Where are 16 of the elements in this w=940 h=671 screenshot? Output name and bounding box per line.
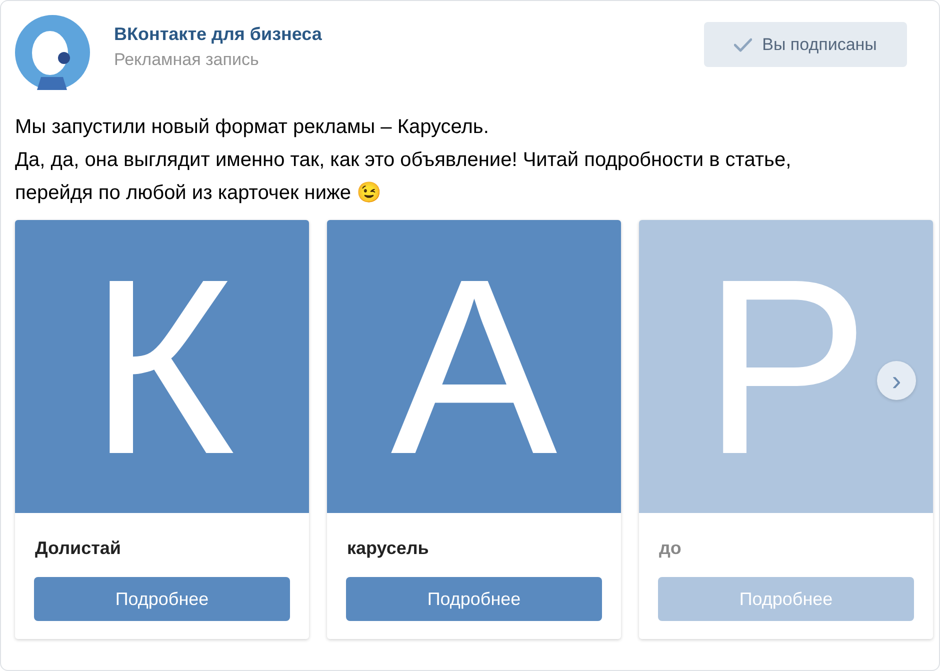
card-letter: Р xyxy=(702,242,870,492)
check-icon xyxy=(734,38,752,52)
carousel-card[interactable]: А карусель Подробнее xyxy=(327,220,621,639)
card-title: карусель xyxy=(347,537,430,560)
post-text: Мы запустили новый формат рекламы – Карусель. Да, да, она выглядит именно так, как это объявление! Читай подробности в статье, перейдя по любой из карточек ниже 😉 xyxy=(15,115,792,206)
card-letter: К xyxy=(89,242,235,492)
carousel-card[interactable]: К Долистай Подробнее xyxy=(15,220,309,639)
card-title: до xyxy=(659,537,682,560)
details-button[interactable]: Подробнее xyxy=(34,577,290,621)
post-subtitle: Рекламная запись xyxy=(114,49,260,71)
author-name[interactable]: ВКонтакте для бизнеса xyxy=(114,23,322,45)
card-title: Долистай xyxy=(35,537,122,560)
details-button[interactable]: Подробнее xyxy=(346,577,602,621)
card-letter: А xyxy=(390,242,558,492)
avatar-icon xyxy=(15,15,90,90)
subscribed-button[interactable]: Вы подписаны xyxy=(704,22,907,67)
